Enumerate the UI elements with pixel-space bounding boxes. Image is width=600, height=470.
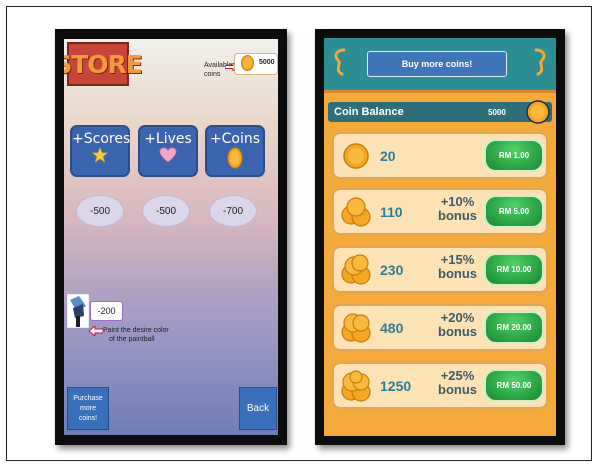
coin-stack-icon [341, 197, 371, 227]
scores-item-button[interactable]: +Scores [70, 125, 130, 177]
bonus-word: bonus [438, 382, 477, 397]
buy-package-button[interactable]: RM 50.00 [484, 369, 544, 402]
figure-frame: STORE Available coins 5000 +Scores [6, 6, 592, 461]
store-title: STORE [64, 42, 143, 86]
coin-icon [227, 147, 243, 169]
bonus-percent: +25% [440, 368, 475, 383]
package-bonus: +10% bonus [438, 195, 477, 223]
lives-price: -500 [142, 195, 190, 227]
star-icon [92, 147, 108, 163]
paintball-price: -200 [90, 301, 123, 321]
coins-item-label: +Coins [209, 131, 261, 147]
package-amount: 480 [380, 320, 404, 336]
single-coin-icon [343, 143, 369, 169]
buy-coins-screen-device: Buy more coins! Coin Balance 5000 20 RM … [315, 29, 565, 445]
available-coins-value: 5000 [259, 59, 275, 66]
paintball-note-line1: Paint the desire color [103, 327, 169, 334]
coins-price: -700 [209, 195, 257, 227]
package-bonus: +25% bonus [438, 369, 477, 397]
coin-balance-value: 5000 [488, 108, 506, 117]
header-band: Buy more coins! [324, 38, 556, 93]
buy-coins-screen: Buy more coins! Coin Balance 5000 20 RM … [324, 38, 556, 436]
bonus-percent: +10% [440, 194, 475, 209]
package-bonus: +20% bonus [438, 311, 477, 339]
package-amount: 1250 [380, 378, 412, 394]
bonus-word: bonus [438, 208, 477, 223]
paintball-note-line2: of the paintball [109, 336, 155, 343]
scroll-ornament-icon [534, 48, 546, 76]
coin-icon [526, 100, 550, 124]
package-amount: 20 [380, 148, 396, 164]
bonus-word: bonus [438, 324, 477, 339]
coin-package-row: 230 +15% bonus RM 10.00 [332, 246, 548, 293]
available-label-line2: coins [204, 71, 221, 78]
available-coins-box: 5000 [234, 53, 278, 75]
package-amount: 110 [380, 204, 403, 220]
heart-icon [159, 147, 177, 163]
purchase-more-coins-button[interactable]: Purchase more coins! [67, 387, 109, 430]
paintball-note: Paint the desire color of the paintball [103, 326, 169, 344]
buy-package-button[interactable]: RM 20.00 [484, 311, 544, 344]
back-button[interactable]: Back [239, 387, 277, 430]
coin-balance-bar: Coin Balance 5000 [328, 100, 552, 124]
lives-item-label: +Lives [144, 131, 192, 147]
scores-price: -500 [76, 195, 124, 227]
coin-package-row: 20 RM 1.00 [332, 132, 548, 179]
bonus-percent: +15% [440, 252, 475, 267]
buy-package-button[interactable]: RM 1.00 [484, 139, 544, 172]
coin-stack-icon [341, 370, 371, 402]
coin-stack-icon [341, 254, 371, 285]
coin-icon [241, 55, 254, 71]
package-bonus: +15% bonus [438, 253, 477, 281]
store-screen: STORE Available coins 5000 +Scores [64, 39, 278, 435]
buy-more-coins-button[interactable]: Buy more coins! [367, 51, 507, 77]
lives-item-button[interactable]: +Lives [138, 125, 198, 177]
coins-item-button[interactable]: +Coins [205, 125, 265, 177]
bonus-percent: +20% [440, 310, 475, 325]
coin-package-row: 480 +20% bonus RM 20.00 [332, 304, 548, 351]
scores-item-label: +Scores [72, 131, 131, 147]
store-screen-device: STORE Available coins 5000 +Scores [55, 29, 287, 445]
bonus-word: bonus [438, 266, 477, 281]
paintball-icon[interactable] [67, 294, 89, 328]
scroll-ornament-icon [334, 48, 346, 76]
coin-balance-label: Coin Balance [334, 106, 404, 118]
coin-stack-icon [341, 313, 371, 343]
coin-package-row: 110 +10% bonus RM 5.00 [332, 188, 548, 235]
buy-package-button[interactable]: RM 5.00 [484, 195, 544, 228]
arrow-left-icon [89, 326, 103, 336]
coin-package-row: 1250 +25% bonus RM 50.00 [332, 362, 548, 409]
buy-package-button[interactable]: RM 10.00 [484, 253, 544, 286]
package-amount: 230 [380, 262, 404, 278]
